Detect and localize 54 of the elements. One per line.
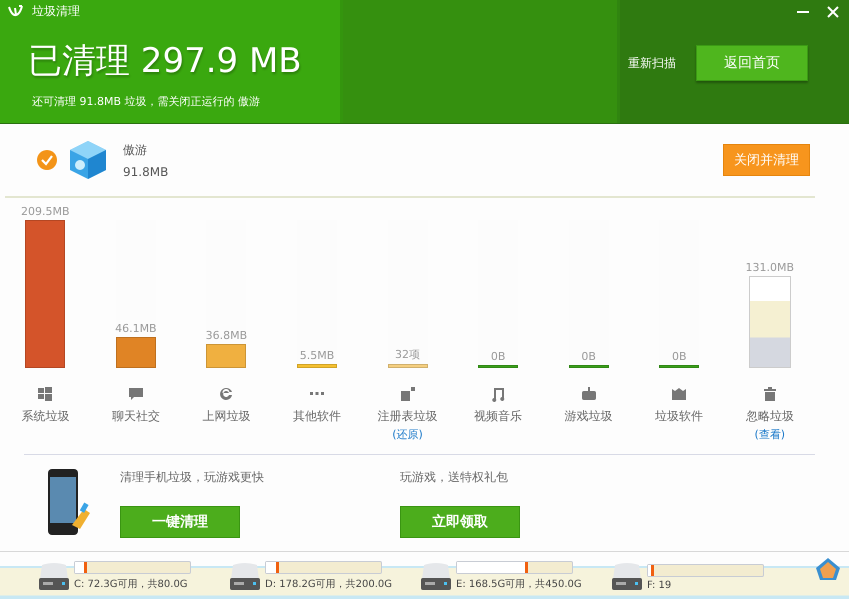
browser-icon (218, 386, 234, 402)
drive-icon (38, 560, 70, 590)
category-label: 聊天社交 (112, 408, 160, 425)
category-label: 游戏垃圾 (564, 408, 613, 425)
size-value: 131.0MB (746, 261, 794, 274)
monster-icon (671, 386, 688, 402)
size-value: 5.5MB (300, 348, 334, 362)
category-label: 系统垃圾 (21, 408, 70, 425)
size-value: 0B (672, 350, 686, 364)
size-value: 0B (581, 350, 596, 364)
app-name: 傲游 (123, 142, 148, 158)
status-text: 还可清理 91.8MB 垃圾，需关闭正运行的 傲游 (32, 94, 262, 109)
logo-icon (8, 4, 24, 18)
registry-icon (400, 386, 416, 402)
size-value: 209.5MB (21, 205, 70, 218)
chat-icon (128, 386, 144, 402)
category-label: 注册表垃圾 (378, 408, 438, 425)
category-label: 垃圾软件 (655, 408, 704, 425)
category-link[interactable]: (查看) (754, 427, 786, 442)
close-icon[interactable] (827, 6, 839, 18)
check-icon[interactable] (37, 150, 57, 170)
window-title: 垃圾清理 (32, 2, 80, 20)
close-and-clean-button[interactable]: 关闭并清理 (723, 144, 810, 176)
drive-label: D: 178.2G可用，共200.0G (265, 578, 392, 590)
phone-brush-icon (46, 469, 92, 537)
promo-button[interactable]: 一键清理 (120, 506, 240, 538)
drive-icon (420, 560, 452, 590)
drive-label: F: 19 (647, 580, 672, 590)
size-value: 32项 (395, 346, 420, 362)
category-label: 其他软件 (292, 408, 341, 425)
gamepad-icon (580, 386, 597, 402)
rescan-link[interactable]: 重新扫描 (628, 54, 676, 72)
promo-text: 玩游戏，送特权礼包 (400, 469, 508, 486)
category-label: 上网垃圾 (202, 408, 250, 425)
home-button[interactable]: 返回首页 (696, 45, 808, 81)
cleaned-headline: 已清理 297.9 MB (28, 40, 303, 83)
trash-icon (762, 386, 778, 402)
category-label: 视频音乐 (474, 408, 522, 425)
size-value: 46.1MB (115, 322, 157, 335)
drive-label: C: 72.3G可用，共80.0G (74, 578, 189, 590)
app-size: 91.8MB (123, 164, 170, 178)
drive-icon (611, 560, 643, 590)
drive-icon (229, 560, 261, 590)
cube-icon (69, 140, 107, 180)
drive-label: E: 168.5G可用，共450.0G (456, 578, 582, 590)
promo-button[interactable]: 立即领取 (400, 506, 520, 538)
music-icon (490, 386, 506, 402)
more-icon (310, 392, 324, 395)
size-value: 36.8MB (206, 329, 248, 342)
category-link[interactable]: (还原) (392, 427, 423, 442)
category-label: 忽略垃圾 (746, 408, 794, 425)
windows-icon (37, 386, 54, 402)
size-value: 0B (490, 350, 506, 364)
promo-text: 清理手机垃圾，玩游戏更快 (120, 469, 264, 486)
